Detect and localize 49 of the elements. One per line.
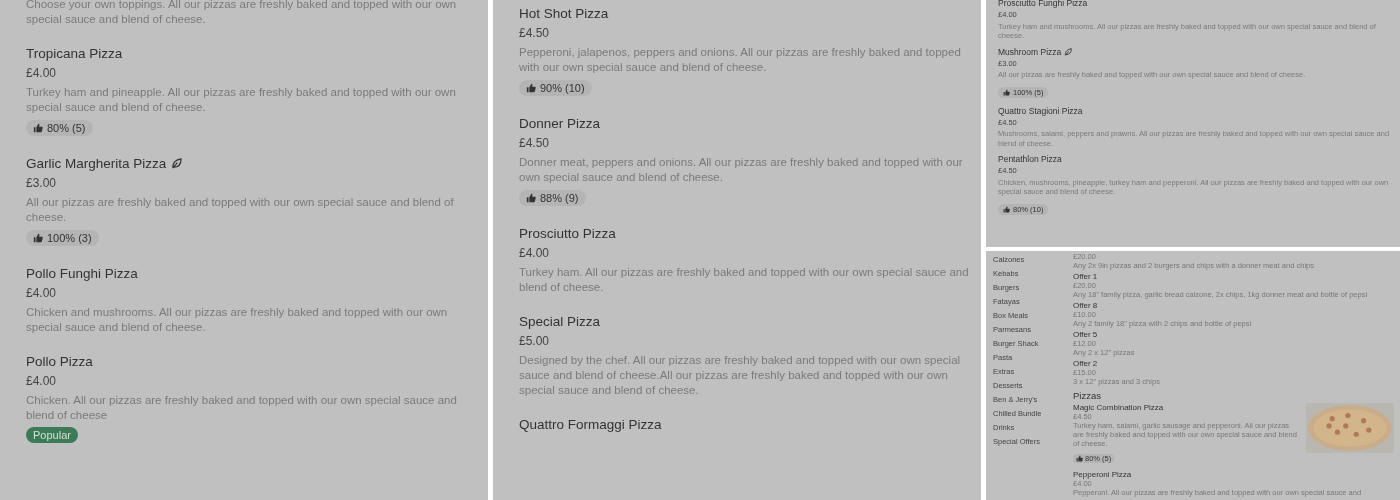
- thumbs-up-icon: [1003, 205, 1010, 213]
- rating-text: 80% (5): [47, 122, 86, 134]
- popular-badge: Popular: [26, 427, 78, 443]
- offer-name: Offer 2: [1073, 359, 1099, 368]
- offer-name: Offer 8: [1073, 301, 1099, 310]
- item-name: Mushroom Pizza: [998, 46, 1062, 57]
- item-description: Chicken. All our pizzas are freshly baked and topped with our own special sauce and blend of cheese: [26, 393, 458, 423]
- item-name: Pentathlon Pizza: [998, 154, 1062, 164]
- item-price: £4.50: [519, 136, 551, 150]
- item-name: Pollo Pizza: [26, 354, 93, 369]
- item-price: £3.00: [26, 176, 58, 190]
- item-description: Designed by the chef. All our pizzas are freshly baked and topped with our own special sauce and blend of cheese.All our pizzas are freshly baked and topped with our own special sauce and blend of cheese.: [519, 353, 962, 398]
- item-description: Turkey ham and pineapple. All our pizzas are freshly baked and topped with our own special sauce and blend of cheese.: [26, 85, 457, 115]
- item-name: Tropicana Pizza: [26, 46, 123, 61]
- item-description: Chicken and mushrooms. All our pizzas are freshly baked and topped with our own special sauce and blend of cheese.: [26, 305, 449, 335]
- thumbs-up-icon: [526, 193, 536, 203]
- rating-text: 88% (9): [540, 192, 579, 204]
- item-name: Special Pizza: [519, 314, 601, 329]
- section-title: Pizzas: [1073, 390, 1102, 401]
- thumbs-up-icon: [526, 83, 536, 93]
- item-price: £4.00: [26, 374, 58, 388]
- item-name: Magic Combination Pizza: [1073, 403, 1165, 412]
- offer-name: Offer 5: [1073, 330, 1099, 339]
- item-name: Pollo Funghi Pizza: [26, 266, 138, 281]
- thumbs-up-icon: [1003, 88, 1010, 96]
- thumbs-up-icon: [33, 123, 43, 133]
- item-description: Pepperoni, jalapenos, peppers and onions. All our pizzas are freshly baked and topped with our own special sauce and blend of cheese.: [519, 45, 962, 75]
- item-name: Donner Pizza: [519, 116, 601, 131]
- rating-text: 90% (10): [540, 82, 585, 94]
- item-price: £4.00: [519, 246, 551, 260]
- item-price: £4.50: [519, 26, 551, 40]
- item-price: £5.00: [519, 334, 551, 348]
- thumbs-up-icon: [33, 233, 43, 243]
- item-description: Choose your own toppings. All our pizzas are freshly baked and topped with our own special sauce and blend of cheese.: [26, 0, 458, 27]
- item-description: Turkey ham. All our pizzas are freshly baked and topped with our own special sauce and blend of cheese.: [519, 265, 969, 295]
- item-name: Prosciutto Pizza: [519, 226, 616, 241]
- item-price: £4.00: [26, 66, 58, 80]
- thumbs-up-icon: [1076, 455, 1083, 462]
- item-name: Prosciutto Funghi Pizza: [998, 0, 1088, 8]
- item-description: Donner meat, peppers and onions. All our pizzas are freshly baked and topped with our own special sauce and blend of cheese.: [519, 155, 964, 185]
- item-price: £4.00: [26, 286, 58, 300]
- item-name: Quattro Formaggi Pizza: [519, 417, 662, 432]
- offer-name: Offer 1: [1073, 272, 1099, 281]
- item-name: Quattro Stagioni Pizza: [998, 105, 1083, 116]
- item-name: Garlic Margherita Pizza: [26, 156, 167, 171]
- rating-text: 100% (3): [47, 232, 92, 244]
- item-name: Pepperoni Pizza: [1073, 470, 1133, 479]
- item-name: Hot Shot Pizza: [519, 6, 609, 21]
- item-description: All our pizzas are freshly baked and topped with our own special sauce and blend of cheese.: [26, 195, 455, 225]
